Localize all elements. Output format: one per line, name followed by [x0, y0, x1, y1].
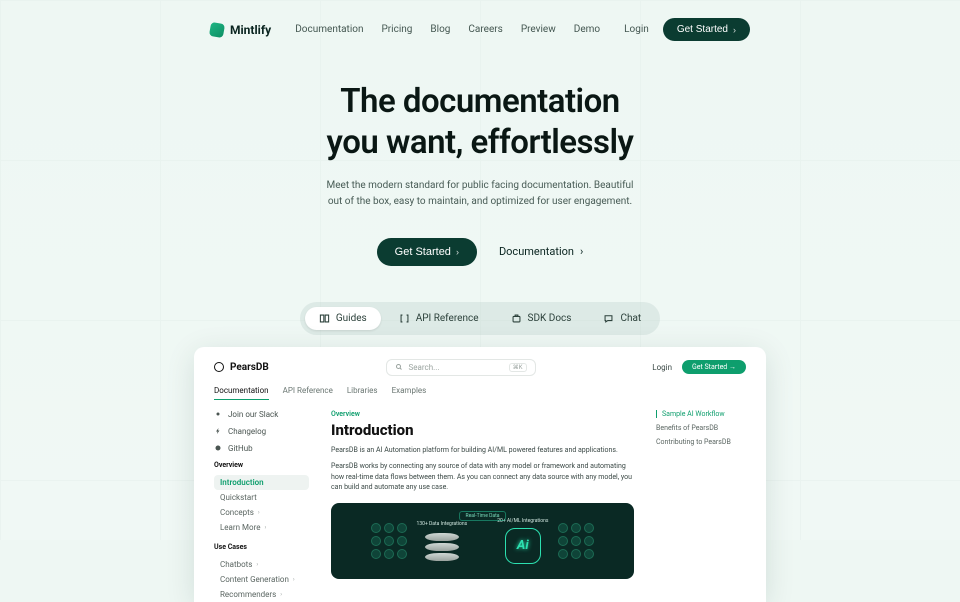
ai-icon: Ai — [505, 528, 541, 564]
hero-graphic: Real-Time Data 130+ Data Integrations 20… — [331, 503, 634, 579]
docs-preview-panel: PearsDB Search... ⌘K Login Get Started →… — [194, 347, 766, 602]
graphic-left-caption: 130+ Data Integrations — [417, 521, 468, 527]
chat-icon — [603, 313, 614, 324]
sidebar-item-quickstart[interactable]: Quickstart — [214, 490, 309, 505]
preview-tab-documentation[interactable]: Documentation — [214, 386, 269, 400]
package-icon — [511, 313, 522, 324]
hero-get-started-button[interactable]: Get Started › — [377, 238, 477, 266]
login-link[interactable]: Login — [624, 24, 649, 35]
sidebar-heading-overview: Overview — [214, 461, 309, 469]
sidebar-heading-usecases: Use Cases — [214, 543, 309, 551]
tab-chat[interactable]: Chat — [589, 307, 655, 330]
tab-sdk-docs[interactable]: SDK Docs — [497, 307, 586, 330]
chevron-right-icon: › — [280, 591, 282, 598]
sidebar-item-content-gen[interactable]: Content Generation› — [214, 572, 309, 587]
sidebar-github[interactable]: GitHub — [214, 444, 309, 453]
hero-subtext: Meet the modern standard for public faci… — [320, 178, 640, 210]
toc-item[interactable]: Contributing to PearsDB — [656, 438, 746, 446]
integration-dots-left — [371, 523, 407, 559]
search-icon — [395, 363, 403, 371]
preview-logo[interactable]: PearsDB — [214, 362, 269, 373]
nav-blog[interactable]: Blog — [430, 24, 450, 35]
get-started-label: Get Started — [677, 24, 728, 35]
sidebar-item-introduction[interactable]: Introduction — [214, 475, 309, 490]
nav-demo[interactable]: Demo — [574, 24, 600, 35]
logo-text: Mintlify — [230, 23, 271, 37]
chevron-right-icon: › — [264, 524, 266, 531]
preview-tab-examples[interactable]: Examples — [392, 386, 427, 400]
toc-item[interactable]: Benefits of PearsDB — [656, 424, 746, 432]
chevron-right-icon: › — [256, 561, 258, 568]
preview-tab-api[interactable]: API Reference — [283, 386, 333, 400]
logo[interactable]: Mintlify — [210, 23, 271, 37]
page-title: Introduction — [331, 421, 634, 439]
integration-dots-right — [558, 523, 594, 559]
sidebar: Join our Slack Changelog GitHub Overview… — [214, 410, 309, 602]
bolt-icon — [214, 427, 222, 435]
feature-tabs: Guides API Reference SDK Docs Chat — [300, 302, 660, 335]
table-of-contents: Sample AI Workflow Benefits of PearsDB C… — [656, 410, 746, 602]
tab-guides[interactable]: Guides — [305, 307, 381, 330]
search-input[interactable]: Search... ⌘K — [386, 359, 536, 376]
nav-careers[interactable]: Careers — [468, 24, 502, 35]
toc-item[interactable]: Sample AI Workflow — [656, 410, 746, 418]
sidebar-item-recommenders[interactable]: Recommenders› — [214, 587, 309, 602]
tab-api-reference[interactable]: API Reference — [385, 307, 493, 330]
github-icon — [214, 444, 222, 452]
breadcrumb: Overview — [331, 410, 634, 418]
hero-documentation-link[interactable]: Documentation › — [499, 245, 583, 258]
logo-mark-icon — [209, 21, 225, 37]
kbd-shortcut: ⌘K — [509, 363, 527, 372]
preview-login[interactable]: Login — [652, 363, 672, 372]
preview-tab-libraries[interactable]: Libraries — [347, 386, 378, 400]
nav-links: Documentation Pricing Blog Careers Previ… — [295, 24, 600, 35]
graphic-realtime-badge: Real-Time Data — [459, 511, 507, 521]
chevron-right-icon: › — [733, 25, 736, 35]
sidebar-slack[interactable]: Join our Slack — [214, 410, 309, 419]
get-started-button[interactable]: Get Started › — [663, 18, 750, 41]
database-icon — [425, 531, 459, 561]
sidebar-item-learn-more[interactable]: Learn More› — [214, 520, 309, 535]
chevron-right-icon: › — [580, 245, 583, 258]
chevron-right-icon: › — [293, 576, 295, 583]
book-icon — [319, 313, 330, 324]
hero-heading: The documentation you want, effortlessly — [0, 81, 960, 164]
nav-pricing[interactable]: Pricing — [381, 24, 412, 35]
chevron-right-icon: › — [258, 509, 260, 516]
sidebar-item-chatbots[interactable]: Chatbots› — [214, 557, 309, 572]
preview-get-started-button[interactable]: Get Started → — [682, 360, 746, 374]
nav-preview[interactable]: Preview — [521, 24, 556, 35]
nav-documentation[interactable]: Documentation — [295, 24, 363, 35]
brackets-icon — [399, 313, 410, 324]
sidebar-changelog[interactable]: Changelog — [214, 427, 309, 436]
chevron-right-icon: › — [456, 247, 459, 257]
intro-paragraph-2: PearsDB works by connecting any source o… — [331, 461, 634, 493]
slack-icon — [214, 410, 222, 418]
preview-logo-icon — [214, 362, 224, 372]
intro-paragraph-1: PearsDB is an AI Automation platform for… — [331, 445, 634, 456]
sidebar-item-concepts[interactable]: Concepts› — [214, 505, 309, 520]
